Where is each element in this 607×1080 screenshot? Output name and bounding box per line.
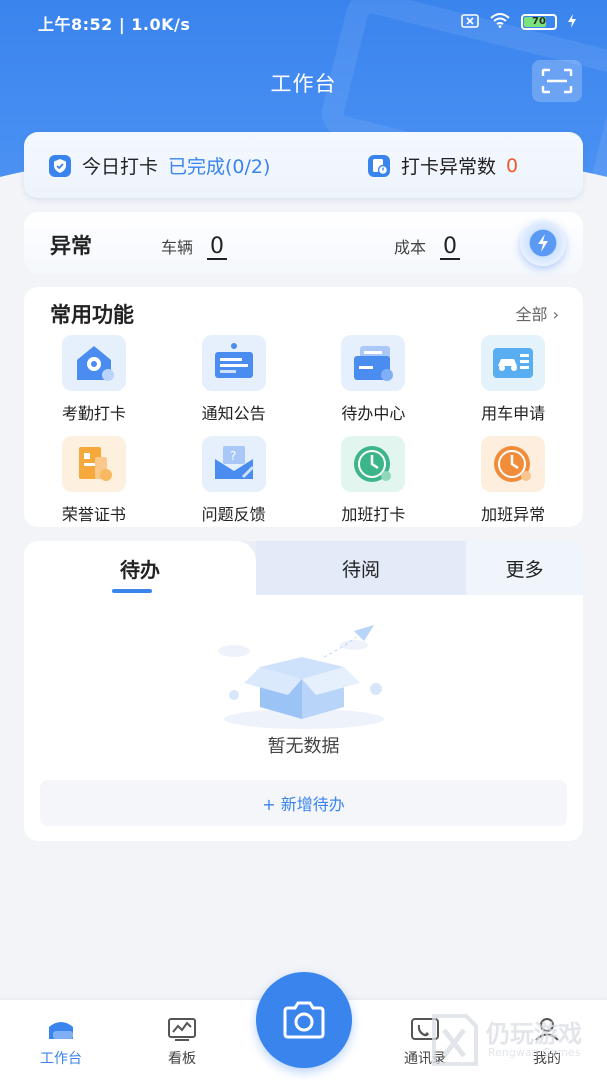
dashboard-chart-icon bbox=[166, 1016, 198, 1042]
page-title: 工作台 bbox=[270, 72, 337, 96]
func-label: 考勤打卡 bbox=[61, 404, 126, 423]
today-punch-status: 已完成(0/2) bbox=[168, 156, 271, 178]
func-overtime-punch[interactable]: 加班打卡 bbox=[304, 436, 444, 525]
abnormal-title: 异常 bbox=[50, 234, 92, 258]
functions-all-link[interactable]: 全部 › bbox=[516, 301, 560, 325]
today-punch[interactable]: 今日打卡 已完成(0/2) bbox=[48, 152, 270, 179]
nav-label: 工作台 bbox=[40, 1051, 82, 1067]
tab-more[interactable]: 更多 bbox=[466, 541, 583, 595]
punch-abnormal[interactable]: 打卡异常数 0 bbox=[367, 152, 518, 179]
cost-abnormal[interactable]: 成本 0 bbox=[394, 234, 461, 260]
watermark-subtext: Rengwan Games bbox=[488, 1046, 581, 1059]
status-icons: 70 bbox=[461, 12, 577, 32]
func-label: 用车申请 bbox=[481, 404, 546, 423]
tab-to-read[interactable]: 待阅 bbox=[256, 541, 466, 595]
charging-icon bbox=[567, 13, 577, 32]
tab-todo-label: 待办 bbox=[120, 557, 160, 582]
battery-level: 70 bbox=[532, 16, 546, 27]
func-label: 荣誉证书 bbox=[61, 505, 126, 524]
watermark-logo-icon bbox=[432, 1014, 478, 1066]
nav-dashboard[interactable]: 看板 bbox=[142, 1016, 222, 1068]
car-request-icon bbox=[481, 335, 546, 391]
status-bar: 上午8:52 | 1.0K/s 70 bbox=[0, 0, 607, 44]
punch-abnormal-count: 0 bbox=[506, 154, 519, 177]
notice-board-icon bbox=[201, 335, 266, 391]
func-label: 通知公告 bbox=[201, 404, 266, 423]
todo-tabs-card: 待阅 更多 待办 暂无数据 + 新增待办 bbox=[24, 541, 583, 841]
func-notice[interactable]: 通知公告 bbox=[164, 335, 304, 424]
func-overtime-abnormal[interactable]: 加班异常 bbox=[443, 436, 583, 525]
func-car-request[interactable]: 用车申请 bbox=[443, 335, 583, 424]
overtime-clock-icon bbox=[341, 436, 406, 492]
func-feedback[interactable]: ? 问题反馈 bbox=[164, 436, 304, 525]
today-punch-label: 今日打卡 bbox=[82, 156, 159, 178]
scan-icon bbox=[541, 68, 573, 94]
common-functions-card: 常用功能 全部 › 考勤打卡 通知公告 待办中心 用车申请 荣誉证书 ? 问题反… bbox=[24, 287, 583, 527]
cost-count: 0 bbox=[440, 236, 461, 260]
punch-summary-card: 今日打卡 已完成(0/2) 打卡异常数 0 bbox=[24, 132, 583, 198]
active-tab-indicator bbox=[112, 589, 152, 593]
shield-check-icon bbox=[49, 154, 71, 177]
watermark-text: 仍玩游戏 bbox=[486, 1020, 582, 1048]
lightning-shield-icon[interactable] bbox=[520, 220, 566, 266]
workbench-icon bbox=[45, 1016, 77, 1042]
camera-icon bbox=[283, 1001, 325, 1039]
status-time-speed: 上午8:52 | 1.0K/s bbox=[38, 15, 191, 34]
nav-label: 看板 bbox=[168, 1051, 196, 1067]
watermark: 仍玩游戏 Rengwan Games bbox=[430, 1012, 600, 1072]
add-todo-button[interactable]: + 新增待办 bbox=[40, 780, 567, 826]
func-label: 加班打卡 bbox=[341, 505, 406, 524]
tabs-bar: 待阅 更多 待办 bbox=[24, 541, 583, 595]
vehicle-count: 0 bbox=[207, 236, 228, 260]
certificate-icon bbox=[61, 436, 126, 492]
functions-title: 常用功能 bbox=[50, 303, 134, 327]
cost-label: 成本 bbox=[394, 238, 427, 257]
location-house-icon bbox=[61, 335, 126, 391]
abnormal-card: 异常 车辆 0 成本 0 bbox=[24, 212, 583, 274]
overtime-abnormal-clock-icon bbox=[481, 436, 546, 492]
wifi-icon bbox=[489, 12, 511, 32]
tab-todo[interactable]: 待办 bbox=[24, 541, 256, 595]
nav-workbench[interactable]: 工作台 bbox=[21, 1016, 101, 1068]
punch-abnormal-label: 打卡异常数 bbox=[401, 156, 497, 178]
empty-state-text: 暂无数据 bbox=[267, 736, 340, 757]
feedback-envelope-icon: ? bbox=[201, 436, 266, 492]
func-todo-center[interactable]: 待办中心 bbox=[304, 335, 444, 424]
func-label: 待办中心 bbox=[341, 404, 406, 423]
abnormal-doc-icon bbox=[368, 154, 390, 177]
vehicle-label: 车辆 bbox=[161, 238, 194, 257]
camera-button[interactable] bbox=[256, 972, 352, 1068]
battery-icon: 70 bbox=[521, 14, 557, 30]
func-certificate[interactable]: 荣誉证书 bbox=[24, 436, 164, 525]
func-label: 加班异常 bbox=[481, 505, 546, 524]
scan-button[interactable] bbox=[532, 60, 582, 102]
empty-box-illustration bbox=[218, 625, 384, 729]
sim-off-icon bbox=[461, 13, 479, 32]
func-label: 问题反馈 bbox=[201, 505, 266, 524]
todo-folder-icon bbox=[341, 335, 406, 391]
svg-text:?: ? bbox=[230, 449, 236, 463]
functions-grid: 考勤打卡 通知公告 待办中心 用车申请 荣誉证书 ? 问题反馈 加班打卡 加班异… bbox=[24, 335, 583, 525]
vehicle-abnormal[interactable]: 车辆 0 bbox=[161, 234, 228, 260]
func-attendance[interactable]: 考勤打卡 bbox=[24, 335, 164, 424]
